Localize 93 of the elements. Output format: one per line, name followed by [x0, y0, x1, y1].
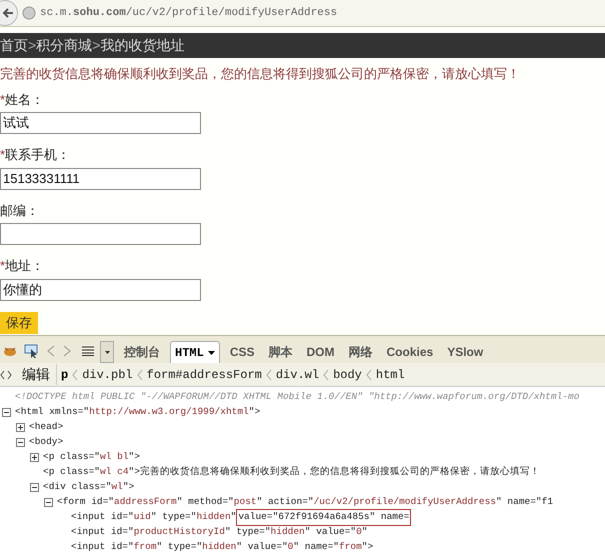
attribute-value: wl c4 — [100, 465, 129, 480]
code-tag: " name="f1 — [496, 495, 554, 510]
attribute-value: from — [338, 540, 362, 553]
code-tag: <input id=" — [71, 510, 134, 525]
path-item[interactable]: form#addressForm — [146, 366, 262, 384]
path-item[interactable]: div.wl — [276, 366, 320, 384]
devtools-tab[interactable]: 控制台 — [120, 341, 164, 363]
field-label: *联系手机： — [0, 146, 72, 164]
input-field[interactable]: 15133331111 — [0, 168, 201, 190]
breadcrumb-link[interactable]: 首页 — [0, 35, 28, 56]
code-tag: <div class=" — [43, 480, 112, 495]
breadcrumb-separator: > — [92, 36, 100, 55]
code-tag: "> — [248, 405, 260, 420]
code-tag: <input id=" — [71, 525, 134, 540]
expand-icon[interactable] — [16, 423, 25, 432]
code-tag: " name=" — [293, 540, 339, 553]
attribute-value: wl bl — [100, 450, 129, 464]
code-tag: <p class=" — [43, 450, 100, 465]
notice-text: 完善的收货信息将确保顺利收到奖品，您的信息将得到搜狐公司的严格保密，请放心填写！ — [0, 65, 521, 83]
edit-button[interactable]: 编辑 — [16, 364, 57, 385]
breadcrumb-link[interactable]: 积分商城 — [36, 35, 92, 56]
collapse-icon[interactable] — [44, 498, 53, 507]
save-button[interactable]: 保存 — [0, 312, 38, 334]
code-tag: " type=" — [224, 525, 271, 540]
collapse-icon[interactable] — [30, 483, 39, 492]
code-tag: "> — [128, 465, 140, 480]
code-tag: <body> — [29, 435, 64, 450]
code-tag: <html xmlns=" — [15, 405, 90, 420]
chevron-icon — [266, 368, 272, 380]
text-content: 完善的收货信息将确保顺利收到奖品，您的信息将得到搜狐公司的严格保密，请放心填写！ — [140, 465, 540, 480]
input-field[interactable]: 你懂的 — [0, 278, 201, 300]
caret-icon — [208, 350, 215, 354]
devtools-tab[interactable]: YSlow — [443, 341, 488, 363]
code-tag: " method=" — [176, 495, 234, 510]
highlighted-code: value="672f91694a6a485s" name= — [236, 509, 412, 526]
back-arrow-icon — [2, 7, 14, 19]
devtools-tab[interactable]: 脚本 — [264, 341, 296, 363]
breadcrumb-link[interactable]: 我的收货地址 — [100, 35, 184, 56]
inspect-cursor-icon[interactable] — [24, 344, 40, 358]
collapse-icon[interactable] — [16, 438, 25, 447]
code-tag: <p class=" — [43, 465, 100, 480]
code-brackets-icon[interactable] — [0, 370, 12, 380]
attribute-value: 0 — [356, 525, 362, 540]
list-icon[interactable] — [82, 346, 94, 356]
devtools-tab[interactable]: DOM — [302, 341, 338, 363]
chevron-icon — [72, 368, 78, 380]
code-tag: " action=" — [256, 495, 314, 510]
devtools-tab[interactable]: Cookies — [382, 341, 438, 363]
attribute-value: post — [234, 495, 257, 510]
field-label: 邮编： — [0, 202, 40, 220]
expand-icon[interactable] — [30, 453, 39, 462]
attribute-value: hidden — [196, 510, 231, 524]
code-tag: <input id=" — [71, 540, 134, 553]
attribute-value: 0 — [288, 540, 294, 553]
path-item[interactable]: html — [376, 366, 405, 384]
chevron-icon — [366, 368, 372, 380]
code-tag: " value=" — [236, 540, 288, 553]
code-tag: "> — [362, 540, 374, 553]
collapse-icon[interactable] — [2, 408, 11, 417]
attribute-value: addressForm — [114, 495, 177, 510]
chevron-icon — [323, 368, 330, 380]
code-tag: <head> — [29, 420, 64, 435]
attribute-value: hidden — [270, 525, 305, 540]
attribute-value: /uc/v2/profile/modifyUserAddress — [314, 495, 496, 510]
devtools-tab[interactable]: 网络 — [344, 341, 376, 363]
dropdown-button[interactable] — [100, 341, 114, 363]
breadcrumb-separator: > — [28, 36, 36, 55]
field-label: *姓名： — [0, 90, 46, 108]
code-tag: <form id=" — [57, 495, 114, 510]
attribute-value: from — [134, 540, 157, 553]
devtools-tab[interactable]: CSS — [226, 341, 258, 363]
input-field[interactable] — [0, 223, 201, 245]
path-item[interactable]: div.pbl — [82, 366, 133, 384]
code-tag: " type=" — [150, 510, 196, 525]
field-label: *地址： — [0, 257, 46, 275]
path-item[interactable]: p — [61, 366, 68, 384]
code-tag: "> — [122, 480, 134, 495]
chevron-icon — [136, 368, 143, 380]
code-tag: " type=" — [156, 540, 202, 553]
code-tag: " — [230, 510, 236, 525]
code-tag: " value=" — [304, 525, 356, 540]
devtools-tab[interactable]: HTML — [170, 341, 220, 363]
code-tag: " — [362, 525, 368, 540]
attribute-value: http://www.w3.org/1999/xhtml — [89, 405, 249, 420]
attribute-value: hidden — [202, 540, 236, 553]
doctype-declaration: <!DOCTYPE html PUBLIC "-//WAPFORUM//DTD XHTML Mobile 1.0//EN" "http://www.wapforum.org/DTD/xhtml-mo — [15, 390, 580, 404]
attribute-value: uid — [134, 510, 151, 524]
code-tag: "> — [128, 450, 140, 465]
attribute-value: productHistoryId — [134, 525, 225, 540]
caret-icon — [104, 350, 110, 354]
attribute-value: wl — [111, 480, 123, 494]
path-item[interactable]: body — [333, 366, 362, 384]
input-field[interactable]: 试试 — [0, 112, 201, 134]
